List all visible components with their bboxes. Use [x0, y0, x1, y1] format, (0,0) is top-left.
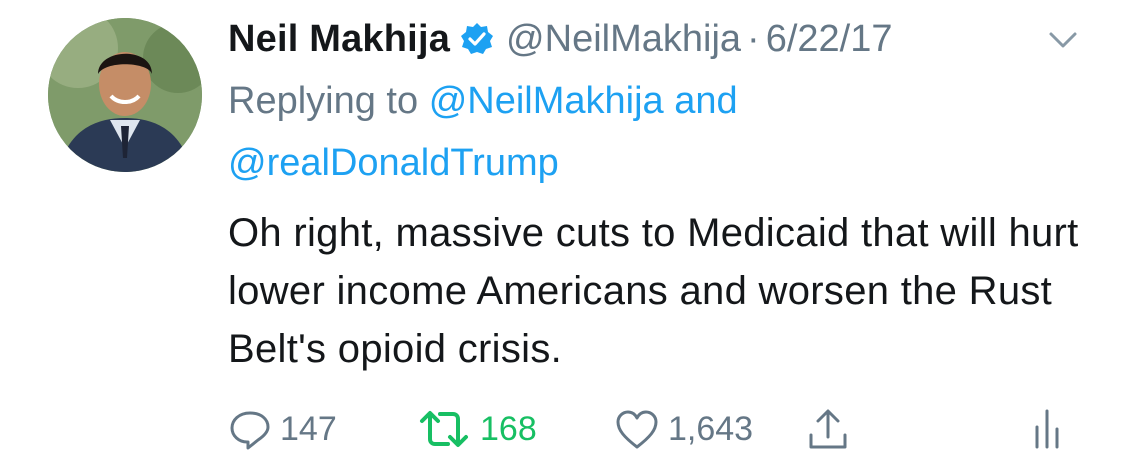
- avatar-photo: [48, 18, 202, 172]
- reply-bubble-icon: [230, 411, 270, 450]
- reply-mention-neil[interactable]: @NeilMakhija: [429, 80, 664, 122]
- action-bar: 147 168 1,643: [228, 404, 1088, 454]
- reply-button[interactable]: 147: [228, 404, 337, 454]
- separator-dot: ·: [747, 17, 760, 60]
- reply-conjunction: and: [674, 80, 738, 122]
- reply-prefix: Replying to: [228, 80, 419, 122]
- user-handle[interactable]: @NeilMakhija: [506, 18, 741, 61]
- avatar[interactable]: [48, 18, 202, 172]
- display-name[interactable]: Neil Makhija: [228, 18, 450, 61]
- analytics-button[interactable]: [1032, 404, 1070, 454]
- reply-context: Replying to @NeilMakhija and @realDonald…: [228, 70, 1088, 194]
- verified-badge-icon: [460, 22, 494, 56]
- tweet-text: Oh right, massive cuts to Medicaid that …: [228, 211, 1079, 371]
- tweet[interactable]: Neil Makhija @NeilMakhija · 6/22/17 Repl…: [0, 0, 1125, 466]
- retweet-icon: [420, 411, 468, 447]
- chevron-down-icon[interactable]: [1045, 28, 1081, 52]
- tweet-header: Neil Makhija @NeilMakhija · 6/22/17: [228, 14, 892, 64]
- retweet-button[interactable]: 168: [416, 404, 537, 454]
- share-icon: [809, 409, 847, 449]
- reply-mention-trump[interactable]: @realDonaldTrump: [228, 142, 559, 184]
- retweet-count: 168: [480, 409, 537, 448]
- heart-icon: [616, 410, 658, 449]
- like-button[interactable]: 1,643: [614, 404, 753, 454]
- analytics-icon: [1035, 409, 1059, 449]
- timestamp[interactable]: 6/22/17: [766, 18, 893, 61]
- reply-count: 147: [280, 409, 337, 448]
- like-count: 1,643: [668, 409, 754, 448]
- share-button[interactable]: [806, 404, 858, 454]
